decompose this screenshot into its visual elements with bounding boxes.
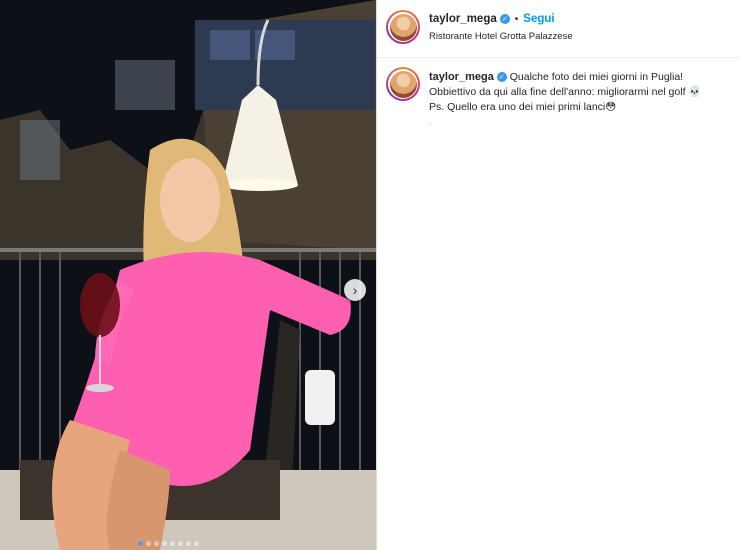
avatar-image (389, 13, 417, 41)
carousel-dot[interactable] (186, 541, 191, 546)
verified-badge-icon: ✓ (499, 14, 510, 24)
chevron-right-icon[interactable]: › (344, 279, 366, 301)
author-username[interactable]: taylor_mega (429, 13, 497, 25)
post-side-panel: taylor_mega ✓ • Segui Ristorante Hotel G… (377, 0, 740, 550)
avatar[interactable] (386, 10, 420, 44)
separator-dot: • (514, 13, 519, 25)
carousel-dot[interactable] (162, 541, 167, 546)
carousel-dot[interactable] (154, 541, 159, 546)
post-caption: taylor_mega ✓ Qualche foto dei miei giorn… (429, 70, 734, 115)
carousel-dot[interactable] (178, 541, 183, 546)
caption-author[interactable]: taylor_mega (429, 71, 494, 83)
carousel-dot[interactable] (194, 541, 199, 546)
follow-button[interactable]: Segui (523, 13, 554, 25)
avatar-image (389, 70, 417, 98)
caption-avatar[interactable] (386, 67, 420, 101)
verified-badge-icon: ✓ (496, 72, 507, 83)
caption-first-line: taylor_mega ✓ Qualche foto dei miei giorn… (429, 70, 734, 85)
location-link[interactable]: Ristorante Hotel Grotta Palazzese (429, 31, 573, 42)
caption-text-3: Ps. Quello era uno dei miei primi lanci😳 (429, 101, 617, 113)
carousel-dot[interactable] (138, 541, 143, 546)
post-photo[interactable]: › (0, 0, 376, 550)
post-header: taylor_mega ✓ • Segui Ristorante Hotel G… (377, 0, 740, 58)
header-user-row: taylor_mega ✓ • Segui (429, 13, 555, 25)
photo-scene (0, 0, 376, 550)
carousel-dot[interactable] (170, 541, 175, 546)
carousel-dot[interactable] (146, 541, 151, 546)
carousel-indicator (138, 541, 199, 546)
post-time: · (429, 120, 432, 129)
caption-text-2: Obbiettivo da qui alla fine dell'anno: m… (429, 86, 702, 98)
caption-text-1: Qualche foto dei miei giorni in Puglia! (509, 71, 684, 83)
